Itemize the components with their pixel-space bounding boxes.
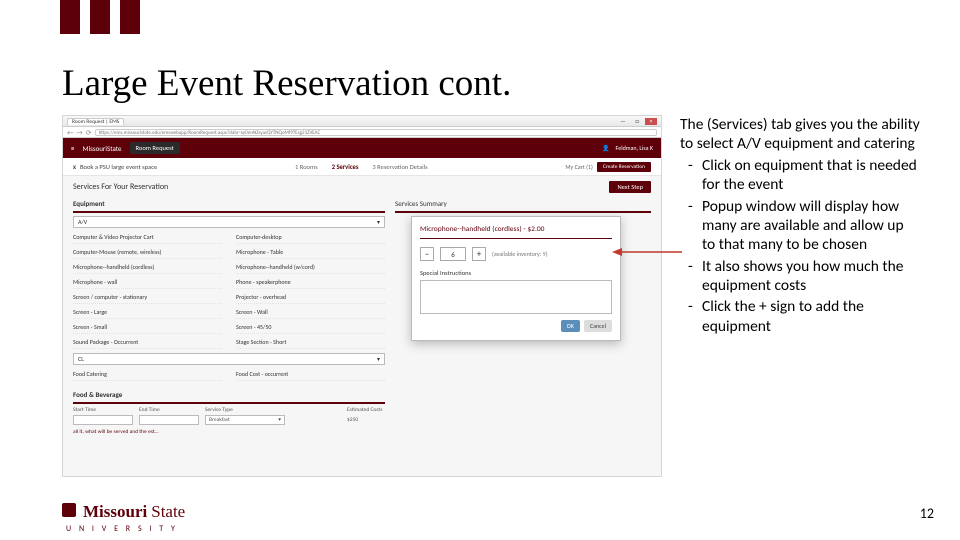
app-page-label: Room Request xyxy=(130,142,180,154)
food-start-time-input[interactable] xyxy=(73,415,133,425)
food-cost-item[interactable]: Food Cost - occurrent xyxy=(236,368,385,381)
cl-dropdown[interactable]: CL▾ xyxy=(73,353,385,365)
equipment-section-header: Equipment xyxy=(73,196,385,213)
user-name[interactable]: Feldman, Lisa K xyxy=(616,144,653,152)
services-heading: Services For Your Reservation xyxy=(73,182,168,192)
food-est-cost: $250 xyxy=(347,417,387,423)
app-brand: MissouriState xyxy=(83,144,122,153)
browser-address-bar: ← → ⟳ https://ems.missouristate.edu/emsw… xyxy=(63,127,661,138)
available-inventory-label: (available inventory: 9) xyxy=(492,250,548,258)
av-item[interactable]: Computer-Mouse (remote, wireless) xyxy=(73,246,222,259)
chevron-down-icon: ▾ xyxy=(377,355,380,363)
av-item[interactable]: Microphone - Table xyxy=(236,246,385,259)
explain-lead-a: The (Services) tab xyxy=(680,115,795,134)
food-catering-item[interactable]: Food Catering xyxy=(73,368,222,381)
av-item[interactable]: Computer & Video Projector Cart xyxy=(73,231,222,244)
special-instructions-label: Special Instructions xyxy=(420,269,612,277)
av-item[interactable]: Sound Package - Occurrent xyxy=(73,336,222,349)
av-item[interactable]: Screen - Wall xyxy=(236,306,385,319)
hamburger-icon[interactable]: ≡ xyxy=(71,144,75,153)
page-number: 12 xyxy=(920,505,934,522)
popup-cancel-button[interactable]: Cancel xyxy=(584,320,612,332)
food-section-header: Food & Beverage xyxy=(73,387,385,404)
food-note: all it, what will be served and the est… xyxy=(73,429,385,435)
av-item[interactable]: Computer-desktop xyxy=(236,231,385,244)
step-services[interactable]: 2 Services xyxy=(332,163,359,171)
university-label: U N I V E R S I T Y xyxy=(66,524,178,534)
popup-title: Microphone--handheld (cordless) - $2.00 xyxy=(420,225,612,239)
equipment-popup: Microphone--handheld (cordless) - $2.00 … xyxy=(411,216,621,341)
window-maximize-icon[interactable]: □ xyxy=(631,118,643,125)
av-item[interactable]: Screen / computer - stationary xyxy=(73,291,222,304)
nav-fwd-icon[interactable]: → xyxy=(76,128,82,137)
window-minimize-icon[interactable]: — xyxy=(617,118,629,125)
embedded-screenshot: Room Request | EMS — □ × ← → ⟳ https://e… xyxy=(62,115,662,477)
explanation-text: The (Services) tab gives you the ability… xyxy=(680,115,920,338)
callout-arrow-icon xyxy=(612,245,682,259)
food-header-row: Start TimeEnd TimeService TypeEstimated … xyxy=(73,407,385,413)
av-item[interactable]: Projector - overhead xyxy=(236,291,385,304)
explain-bullet: Popup window will display how many are a… xyxy=(692,197,920,255)
chevron-down-icon: ▾ xyxy=(377,218,380,226)
qty-plus-button[interactable]: + xyxy=(472,247,486,261)
step-rooms[interactable]: 1 Rooms xyxy=(295,163,318,171)
services-summary-header: Services Summary xyxy=(395,196,651,213)
av-item[interactable]: Screen - Small xyxy=(73,321,222,334)
explain-bullet: Click the + sign to add the equipment xyxy=(692,297,920,336)
slide-accent-bars xyxy=(60,0,140,34)
av-dropdown[interactable]: A/V▾ xyxy=(73,216,385,228)
nav-reload-icon[interactable]: ⟳ xyxy=(86,128,92,137)
av-item[interactable]: Microphone--handheld (w/cord) xyxy=(236,261,385,274)
av-items-grid: Computer & Video Projector Cart Computer-… xyxy=(73,231,385,349)
app-header: ≡ MissouriState Room Request 👤 Feldman, … xyxy=(63,138,661,158)
close-booking-icon[interactable]: x xyxy=(73,163,76,171)
slide-title: Large Event Reservation cont. xyxy=(62,62,511,105)
my-cart-link[interactable]: My Cart (1) xyxy=(565,163,592,171)
create-reservation-button[interactable]: Create Reservation xyxy=(597,162,651,172)
window-close-icon[interactable]: × xyxy=(645,118,657,125)
av-item[interactable]: Screen - Large xyxy=(73,306,222,319)
booking-template-name: Book a PSU large event space xyxy=(80,163,157,171)
explain-bullet: It also shows you how much the equipment… xyxy=(692,257,920,296)
nav-back-icon[interactable]: ← xyxy=(67,128,73,137)
av-item[interactable]: Screen - 45/50 xyxy=(236,321,385,334)
av-item[interactable]: Microphone--handheld (cordless) xyxy=(73,261,222,274)
av-item[interactable]: Microphone - wall xyxy=(73,276,222,289)
qty-value-input[interactable]: 6 xyxy=(440,247,466,261)
url-field[interactable]: https://ems.missouristate.edu/emswebapp/… xyxy=(95,129,657,136)
special-instructions-textarea[interactable] xyxy=(420,280,612,314)
popup-ok-button[interactable]: OK xyxy=(561,320,580,332)
next-step-button[interactable]: Next Step xyxy=(609,181,651,193)
qty-minus-button[interactable]: − xyxy=(420,247,434,261)
food-end-time-input[interactable] xyxy=(139,415,199,425)
av-item[interactable]: Stage Section - Short xyxy=(236,336,385,349)
missouri-state-logo: Missouri State xyxy=(62,502,185,522)
user-icon[interactable]: 👤 xyxy=(602,144,609,152)
browser-tab[interactable]: Room Request | EMS xyxy=(67,118,124,125)
booking-steps-bar: x Book a PSU large event space 1 Rooms 2… xyxy=(63,158,661,176)
food-service-select[interactable]: Breakfast▾ xyxy=(205,415,285,425)
browser-tab-bar: Room Request | EMS — □ × xyxy=(63,116,661,127)
av-item[interactable]: Phone - speakerphone xyxy=(236,276,385,289)
step-details[interactable]: 3 Reservation Details xyxy=(372,163,427,171)
explain-bullet: Click on equipment that is needed for th… xyxy=(692,156,920,195)
bear-icon xyxy=(62,503,76,517)
